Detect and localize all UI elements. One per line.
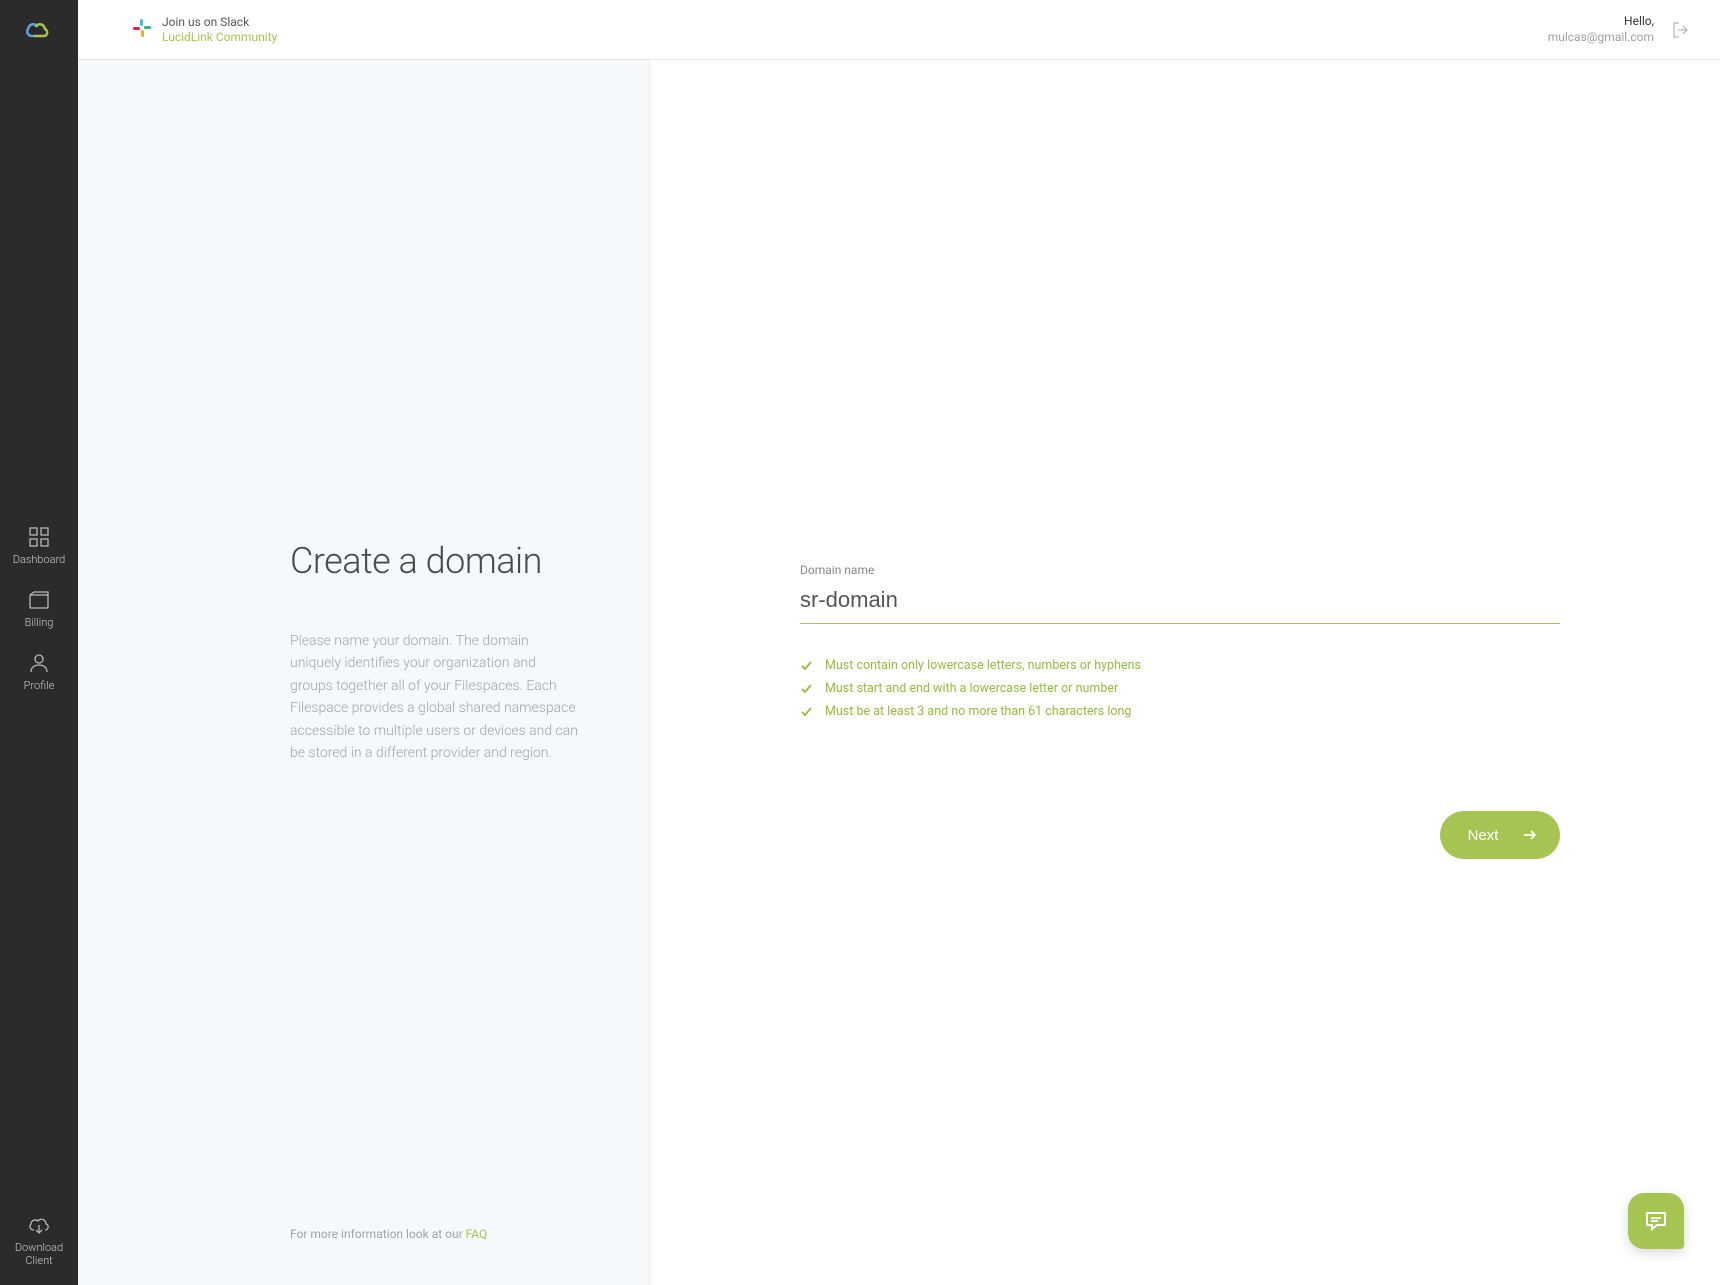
faq-link[interactable]: FAQ [466, 1227, 488, 1241]
left-panel: Create a domain Please name your domain.… [78, 60, 650, 1285]
rule-text: Must start and end with a lowercase lett… [825, 681, 1118, 696]
chat-button[interactable] [1628, 1193, 1684, 1249]
footer-text: For more information look at our [290, 1227, 466, 1241]
slack-icon [132, 18, 152, 42]
arrow-right-icon [1522, 827, 1538, 843]
page-description: Please name your domain. The domain uniq… [290, 630, 581, 764]
nav-label: Download Client [15, 1241, 63, 1267]
rule-item: Must be at least 3 and no more than 61 c… [800, 704, 1560, 719]
logo[interactable] [0, 0, 78, 60]
sidebar: Dashboard Billing Profile Download Clien… [0, 0, 78, 1285]
logout-icon[interactable] [1672, 21, 1690, 39]
nav-item-download-client[interactable]: Download Client [15, 1213, 63, 1267]
slack-line-1: Join us on Slack [162, 15, 277, 29]
page-title: Create a domain [290, 540, 581, 582]
nav-label: Billing [25, 616, 54, 629]
user-block: Hello, mulcas@gmail.com [1548, 14, 1690, 45]
check-icon [800, 659, 813, 672]
slack-community-link[interactable]: LucidLink Community [162, 30, 277, 44]
grid-icon [27, 525, 51, 549]
user-email: mulcas@gmail.com [1548, 30, 1654, 46]
domain-name-input[interactable] [800, 581, 1560, 624]
wallet-icon [27, 588, 51, 612]
validation-rules: Must contain only lowercase letters, num… [800, 658, 1560, 719]
nav-label: Profile [24, 679, 55, 692]
left-footer: For more information look at our FAQ [290, 1227, 581, 1241]
header: Join us on Slack LucidLink Community Hel… [78, 0, 1720, 60]
slack-block[interactable]: Join us on Slack LucidLink Community [132, 15, 277, 44]
main: Create a domain Please name your domain.… [78, 60, 1720, 1285]
user-icon [27, 651, 51, 675]
cloud-download-icon [27, 1213, 51, 1237]
nav-item-dashboard[interactable]: Dashboard [13, 525, 66, 566]
right-panel: Domain name Must contain only lowercase … [650, 60, 1720, 1285]
nav-label: Dashboard [13, 553, 66, 566]
domain-field-label: Domain name [800, 563, 1560, 577]
user-greeting: Hello, [1548, 14, 1654, 30]
nav-item-billing[interactable]: Billing [25, 588, 54, 629]
rule-text: Must be at least 3 and no more than 61 c… [825, 704, 1131, 719]
check-icon [800, 705, 813, 718]
next-button[interactable]: Next [1440, 811, 1560, 859]
rule-text: Must contain only lowercase letters, num… [825, 658, 1141, 673]
chat-icon [1643, 1208, 1669, 1234]
check-icon [800, 682, 813, 695]
nav-item-profile[interactable]: Profile [24, 651, 55, 692]
lucidlink-logo-icon [24, 18, 54, 42]
next-button-label: Next [1468, 827, 1499, 844]
rule-item: Must contain only lowercase letters, num… [800, 658, 1560, 673]
rule-item: Must start and end with a lowercase lett… [800, 681, 1560, 696]
